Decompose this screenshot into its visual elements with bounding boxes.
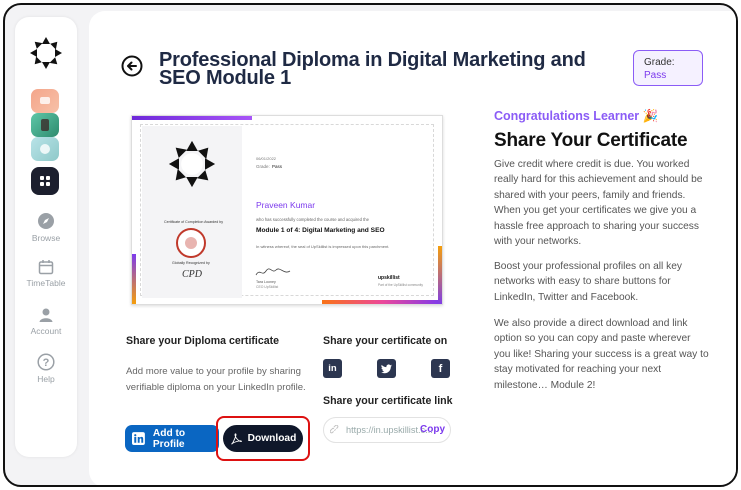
- signature-image: [255, 268, 291, 276]
- grade-value: Pass: [644, 70, 667, 81]
- intro-paragraph: Give credit where credit is due. You wor…: [494, 159, 703, 248]
- cert-signatory-name: Tara Looney: [256, 280, 276, 284]
- certificate-accent: [322, 300, 442, 304]
- link-icon: [330, 425, 339, 434]
- diploma-heading: Share your Diploma certificate: [126, 335, 280, 347]
- course-thumbnail-1[interactable]: [31, 89, 59, 113]
- twitter-icon: [381, 363, 392, 373]
- help-icon: ?: [37, 353, 55, 371]
- facebook-share-button[interactable]: f: [431, 359, 450, 378]
- add-to-profile-button[interactable]: Add to Profile: [125, 425, 219, 452]
- cert-date: 06/01/2022: [256, 156, 277, 161]
- cert-witness-text: In witness whereof, the seal of UpSkilli…: [256, 244, 390, 249]
- linkedin-icon: [132, 432, 145, 445]
- grade-badge: Grade: Pass: [633, 50, 703, 86]
- cert-recognized-by: Globally Recognized by: [172, 261, 210, 265]
- grid-icon: [40, 176, 50, 186]
- page-title: Professional Diploma in Digital Marketin…: [159, 49, 586, 89]
- share-link-heading: Share your certificate link: [323, 395, 453, 407]
- add-to-profile-label: Add to Profile: [152, 427, 186, 450]
- compass-icon: [38, 213, 54, 229]
- certificate-accent: [438, 246, 442, 304]
- cert-module: Module 1 of 4: Digital Marketing and SEO: [256, 227, 385, 234]
- sidebar-item-help[interactable]: ? Help: [15, 353, 77, 384]
- user-icon: [39, 308, 53, 322]
- sidebar-item-label: TimeTable: [26, 278, 66, 288]
- cert-grade-label: Grade:: [256, 164, 270, 169]
- copy-link-button[interactable]: Copy: [420, 424, 445, 435]
- certificate-preview: Certificate of Completion Awarded by Glo…: [131, 115, 443, 305]
- cert-brand: upskillist: [378, 275, 400, 281]
- university-seal: [176, 228, 206, 258]
- download-highlight-box: [216, 416, 310, 461]
- sidebar-item-label: Help: [37, 374, 55, 384]
- upskillist-logo[interactable]: [28, 35, 64, 71]
- sidebar-item-browse[interactable]: Browse: [15, 212, 77, 243]
- back-arrow-icon[interactable]: [121, 55, 143, 77]
- share-on-heading: Share your certificate on: [323, 335, 448, 347]
- cert-recipient: Praveen Kumar: [256, 200, 316, 210]
- app-window: Browse TimeTable Account ? Help Professi…: [3, 3, 738, 487]
- sidebar-item-label: Account: [30, 326, 62, 336]
- cert-completed-text: who has successfully completed the cours…: [256, 217, 369, 222]
- svg-text:?: ?: [43, 357, 50, 369]
- calendar-icon: [38, 260, 54, 275]
- congrats-label: Congratulations Learner 🎉: [494, 109, 659, 123]
- sidebar-item-label: Browse: [31, 233, 61, 243]
- download-paragraph: We also provide a direct download and li…: [494, 318, 709, 391]
- apps-grid-button[interactable]: [31, 167, 59, 195]
- cert-brand-tagline: Part of the UpSkillist community: [378, 283, 423, 287]
- share-certificate-heading: Share Your Certificate: [494, 130, 688, 151]
- diploma-text: Add more value to your profile by sharin…: [126, 366, 306, 393]
- linkedin-share-button[interactable]: in: [323, 359, 342, 378]
- sidebar-item-timetable[interactable]: TimeTable: [15, 259, 77, 288]
- linkedin-icon: in: [328, 363, 337, 374]
- sidebar-item-account[interactable]: Account: [15, 307, 77, 336]
- cpd-logo: CPD: [182, 269, 203, 280]
- svg-text:CPD: CPD: [182, 269, 203, 280]
- cert-grade-value: Pass: [272, 164, 283, 169]
- facebook-icon: f: [438, 362, 443, 375]
- grade-label: Grade:: [644, 57, 675, 68]
- cert-signatory-role: CEO UpSkillist: [256, 285, 279, 289]
- certificate-accent: [132, 116, 252, 120]
- cert-awarded-by: Certificate of Completion Awarded by: [164, 220, 224, 224]
- profiles-paragraph: Boost your professional profiles on all …: [494, 261, 683, 303]
- sidebar: Browse TimeTable Account ? Help: [15, 17, 77, 457]
- course-thumbnail-2[interactable]: [31, 113, 59, 137]
- certificate-link-field[interactable]: https://in.upskillist.c... Copy: [323, 417, 451, 443]
- upskillist-logo: [168, 140, 216, 188]
- certificate-accent: [132, 254, 136, 304]
- main-content: Professional Diploma in Digital Marketin…: [89, 11, 736, 485]
- course-thumbnail-3[interactable]: [31, 137, 59, 161]
- twitter-share-button[interactable]: [377, 359, 396, 378]
